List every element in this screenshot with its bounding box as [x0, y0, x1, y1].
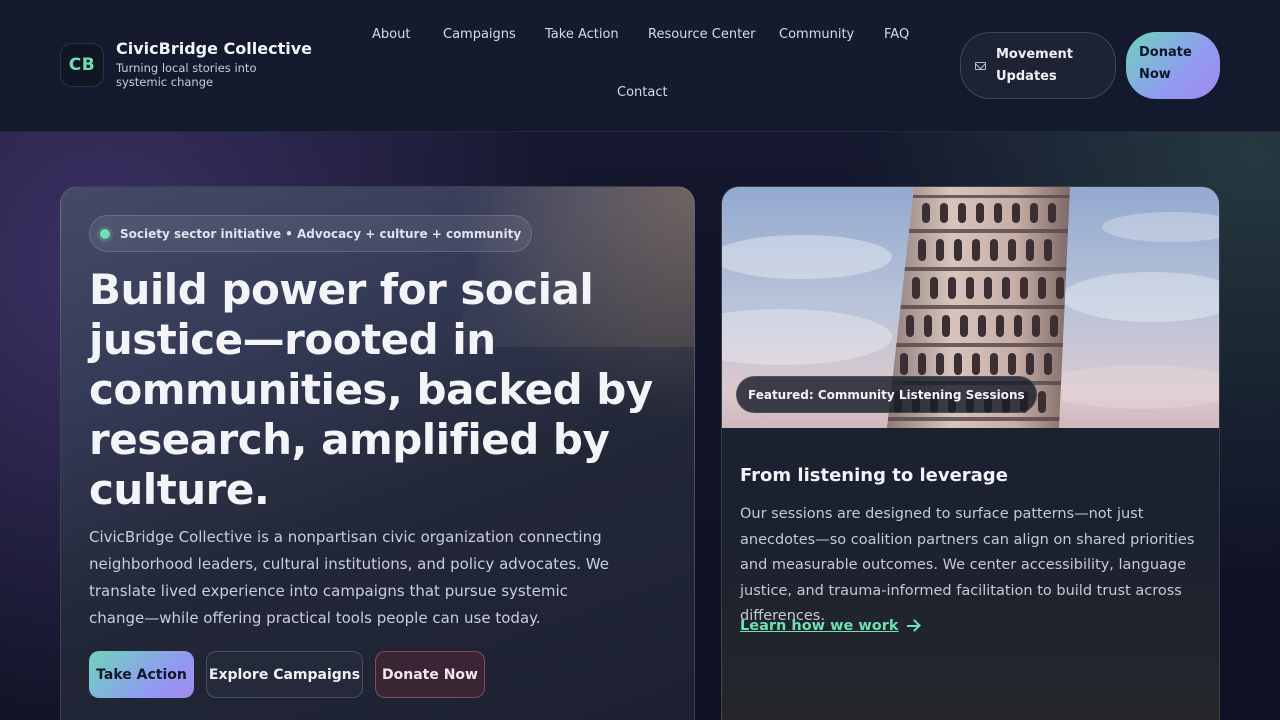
hero-card: Society sector initiative • Advocacy + c…: [60, 186, 695, 720]
movement-updates-button[interactable]: Movement Updates: [960, 32, 1116, 99]
nav-resource-center[interactable]: Resource Center: [648, 27, 756, 42]
mail-icon: [975, 61, 986, 70]
learn-how-label: Learn how we work: [740, 618, 899, 634]
explore-campaigns-button[interactable]: Explore Campaigns: [206, 651, 363, 698]
nav-about[interactable]: About: [372, 27, 410, 42]
nav-community[interactable]: Community: [779, 27, 854, 42]
nav-faq[interactable]: FAQ: [884, 27, 909, 42]
learn-how-link[interactable]: Learn how we work: [740, 618, 919, 634]
nav-campaigns[interactable]: Campaigns: [443, 27, 516, 42]
brand-name[interactable]: CivicBridge Collective: [116, 39, 312, 58]
take-action-button[interactable]: Take Action: [89, 651, 194, 698]
initiative-pill: Society sector initiative • Advocacy + c…: [89, 215, 533, 252]
featured-image-label: Featured: Community Listening Sessions: [736, 376, 1037, 413]
brand-tagline: Turning local stories into systemic chan…: [116, 61, 257, 89]
header-donate-button[interactable]: Donate Now: [1126, 32, 1220, 99]
logo[interactable]: CB: [60, 43, 104, 87]
hero-description: CivicBridge Collective is a nonpartisan …: [89, 528, 609, 627]
arrow-right-icon: [906, 625, 919, 627]
featured-image: Featured: Community Listening Sessions: [722, 187, 1219, 428]
hero-headline: Build power for social justice—rooted in…: [89, 265, 653, 514]
nav-contact[interactable]: Contact: [617, 85, 668, 100]
site-header: CB CivicBridge Collective Turning local …: [0, 0, 1280, 132]
featured-description: Our sessions are designed to surface pat…: [740, 506, 1195, 624]
featured-title: From listening to leverage: [740, 465, 1008, 486]
donate-now-button[interactable]: Donate Now: [375, 651, 485, 698]
initiative-pill-label: Society sector initiative • Advocacy + c…: [120, 226, 522, 241]
status-dot-icon: [100, 229, 110, 239]
movement-updates-label: Movement Updates: [996, 46, 1073, 84]
nav-take-action[interactable]: Take Action: [545, 27, 619, 42]
featured-card: Featured: Community Listening Sessions F…: [721, 186, 1220, 720]
